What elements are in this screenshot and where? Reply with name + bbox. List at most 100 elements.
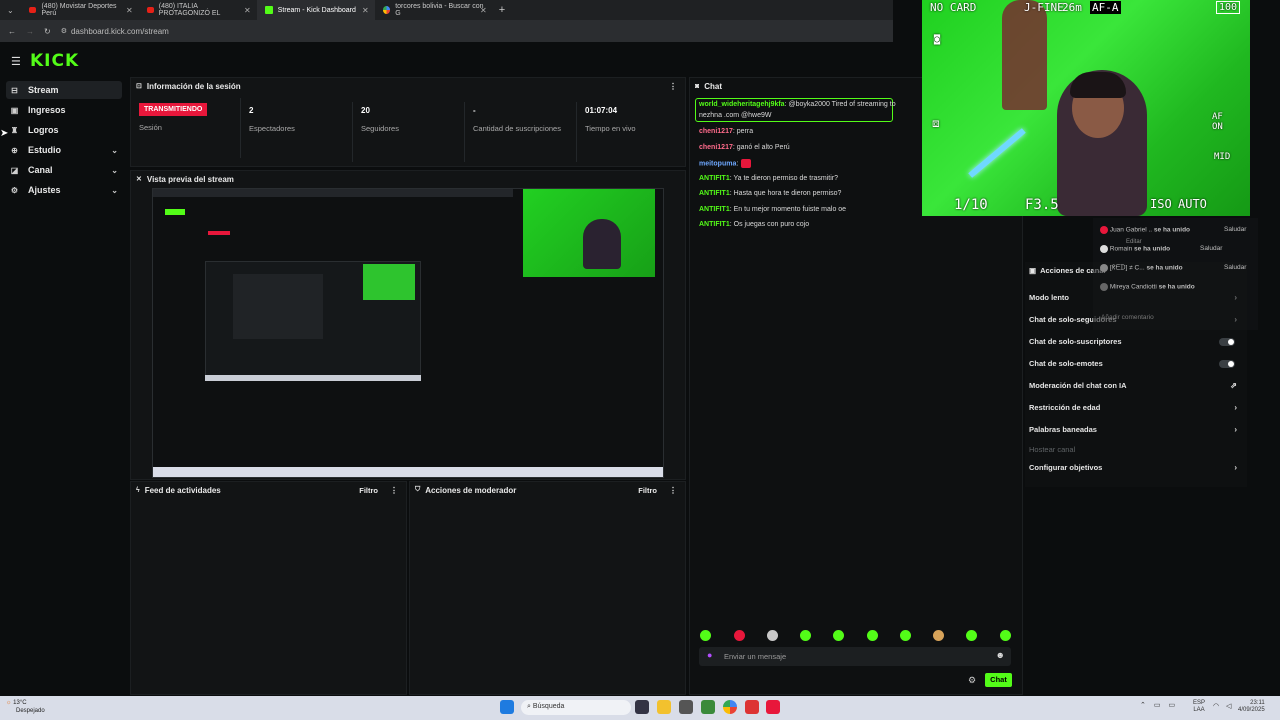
search-icon: ⌕ — [527, 703, 531, 710]
emote-icon[interactable] — [800, 630, 811, 641]
windows-start-icon[interactable] — [500, 700, 514, 714]
app-icon[interactable] — [701, 700, 715, 714]
stat-followers: 20 Seguidores — [353, 102, 465, 162]
wifi-icon[interactable]: ◠ — [1213, 702, 1219, 710]
more-icon[interactable]: ⋮ — [390, 486, 398, 495]
site-info-icon[interactable]: ⚙ — [61, 27, 67, 35]
clock[interactable]: 23:11 4/09/2025 — [1238, 700, 1265, 714]
webcam-overlay: NO CARD J-FINE 26m AF-A 100 ◙ ⧈ AF ON MI… — [922, 0, 1250, 216]
emote-icon[interactable] — [900, 630, 911, 641]
external-link-icon: ⇗ — [1230, 381, 1237, 390]
close-icon[interactable]: ✕ — [480, 6, 487, 15]
new-tab-icon[interactable]: + — [499, 4, 505, 16]
emote-icon[interactable] — [700, 630, 711, 641]
mic-icon[interactable]: ● — [707, 650, 712, 660]
neon-light — [968, 128, 1026, 178]
chat-message: ANTIFIT1: En tu mejor momento fuiste mal… — [699, 206, 847, 213]
sidebar-item-logros[interactable]: ♜ Logros — [6, 121, 122, 139]
join-notification: [ᖇᗴᗪ] ≠ C... se ha unido Saludar — [1100, 264, 1250, 273]
info-icon: ⊡ — [136, 83, 142, 90]
focus-frame-icon: ⧈ — [932, 116, 940, 130]
chevron-right-icon: › — [1234, 425, 1237, 434]
tiktok-icon[interactable] — [766, 700, 780, 714]
browser-tab[interactable]: torcores bolivia - Buscar con G ✕ — [375, 0, 493, 20]
toggle-switch[interactable] — [1219, 359, 1235, 368]
greet-button[interactable]: Saludar — [1224, 226, 1246, 233]
reload-icon[interactable]: ↻ — [44, 27, 51, 36]
emote-icon[interactable] — [867, 630, 878, 641]
sidebar-item-ingresos[interactable]: ▣ Ingresos — [6, 101, 122, 119]
join-notification: Juan Gabriel .. se ha unido Saludar — [1100, 226, 1250, 234]
taskbar-search[interactable]: ⌕ Búsqueda — [521, 700, 631, 715]
sidebar-item-ajustes[interactable]: ⚙ Ajustes ⌄ — [6, 181, 122, 199]
close-icon[interactable]: ✕ — [244, 6, 251, 15]
chat-send-button[interactable]: Chat — [985, 673, 1012, 687]
chevron-down-icon[interactable]: ⌄ — [0, 6, 21, 15]
google-icon — [382, 6, 391, 14]
mod-row-banned-words[interactable]: Palabras baneadas › — [1029, 425, 1241, 434]
cam-battery: 100 — [1216, 1, 1241, 14]
task-view-icon[interactable] — [635, 700, 649, 714]
mod-row-ai-moderation[interactable]: Moderación del chat con IA ⇗ — [1029, 381, 1241, 390]
emote-icon[interactable] — [1000, 630, 1011, 641]
filter-button[interactable]: Filtro — [359, 486, 378, 495]
emote-icon[interactable] — [767, 630, 778, 641]
chrome-icon[interactable] — [723, 700, 737, 714]
more-icon[interactable]: ⋮ — [669, 486, 677, 495]
emote-icon[interactable] — [966, 630, 977, 641]
mod-row-configure-goals[interactable]: Configurar objetivos › — [1029, 463, 1241, 472]
network-icon: ▭ — [1153, 702, 1161, 709]
filter-button[interactable]: Filtro — [638, 486, 657, 495]
kick-logo[interactable]: KICK — [30, 51, 79, 71]
emote-icon[interactable] — [833, 630, 844, 641]
browser-tab-active[interactable]: Stream - Kick Dashboard ✕ — [256, 0, 375, 20]
preview-mini-header — [153, 189, 513, 197]
emote-icon[interactable] — [734, 630, 745, 641]
youtube-icon — [146, 7, 154, 13]
greet-button[interactable]: Saludar — [1224, 264, 1246, 271]
browser-tab[interactable]: (480) Movistar Deportes Perú ✕ — [21, 0, 139, 20]
more-icon[interactable]: ⋮ — [669, 82, 677, 91]
app-icon[interactable] — [679, 700, 693, 714]
forward-icon[interactable]: → — [26, 27, 34, 36]
url-text[interactable]: dashboard.kick.com/stream — [71, 27, 169, 36]
close-icon[interactable]: ✕ — [126, 6, 133, 15]
cam-shutter: 1/10 — [954, 197, 988, 213]
browser-tab[interactable]: (480) ITALIA PROTAGONIZÓ EL ✕ — [139, 0, 257, 20]
menu-icon[interactable]: ☰ — [11, 55, 21, 68]
join-notification: Mireya Candiotti se ha unido — [1100, 283, 1250, 291]
system-tray[interactable]: ⌃ ▭ ▭ — [1140, 701, 1175, 709]
address-bar: ← → ↻ ⚙ dashboard.kick.com/stream — [0, 20, 893, 42]
sidebar-item-estudio[interactable]: ⊕ Estudio ⌄ — [6, 141, 122, 159]
stream-preview-video[interactable] — [152, 188, 664, 478]
volume-icon[interactable]: ◁ — [1226, 702, 1231, 710]
preview-mini-badge — [208, 231, 230, 235]
emote-icon[interactable] — [933, 630, 944, 641]
back-icon[interactable]: ← — [8, 27, 16, 36]
trophy-icon: ♜ — [10, 125, 19, 135]
language-indicator[interactable]: ESP LAA — [1193, 700, 1205, 714]
chat-message: ANTIFIT1: Os juegas con puro cojo — [699, 221, 810, 228]
sidebar-item-canal[interactable]: ◪ Canal ⌄ — [6, 161, 122, 179]
kick-icon — [264, 6, 273, 14]
mouse-cursor: ➤ — [0, 128, 9, 139]
chat-message: cheni1217: ganó el alto Perú — [699, 144, 790, 151]
toggle-switch[interactable] — [1219, 337, 1235, 346]
sidebar-item-stream[interactable]: ⊟ Stream — [6, 81, 122, 99]
greet-button[interactable]: Saludar — [1200, 245, 1222, 252]
mod-row-age-restriction[interactable]: Restricción de edad › — [1029, 403, 1241, 412]
preview-mini-person — [583, 219, 621, 269]
app-icon[interactable] — [745, 700, 759, 714]
chat-input-box[interactable]: ● Enviar un mensaje ☻ — [699, 647, 1011, 666]
close-icon[interactable]: ✕ — [362, 6, 369, 15]
chat-settings-icon[interactable]: ⚙ — [968, 675, 976, 686]
emoji-icon[interactable]: ☻ — [996, 650, 1005, 660]
chat-input-placeholder: Enviar un mensaje — [724, 652, 787, 661]
comment-input[interactable]: Añadir comentario — [1098, 311, 1243, 324]
cam-iso-label: ISO — [1150, 197, 1172, 211]
weather-widget[interactable]: ☼ 13°C Despejado — [6, 699, 45, 715]
gear-icon: ⚙ — [10, 185, 19, 195]
studio-icon: ⊕ — [11, 145, 18, 155]
file-explorer-icon[interactable] — [657, 700, 671, 714]
panel-title: Vista previa del stream — [146, 174, 234, 184]
